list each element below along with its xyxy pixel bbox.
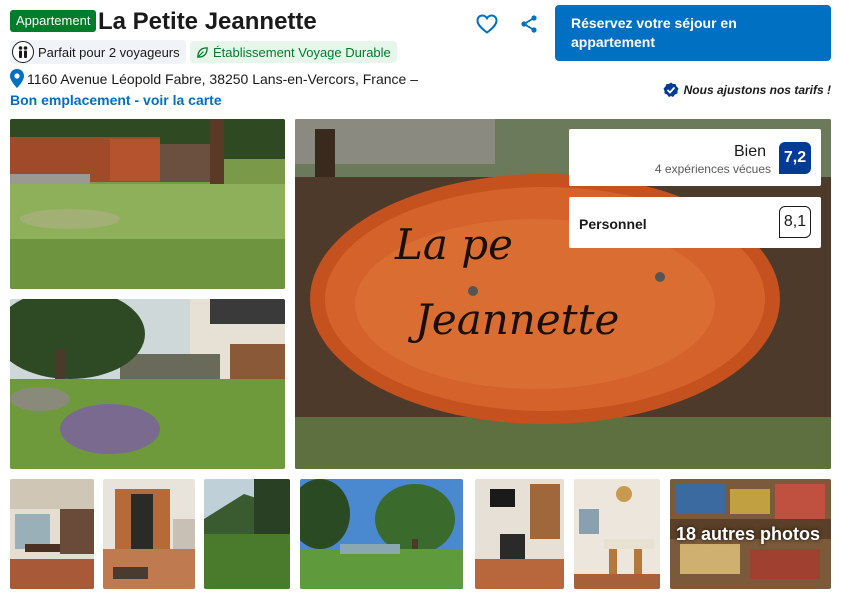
price-note-text: Nous ajustons nos tarifs ! bbox=[683, 83, 831, 97]
location-pin-icon bbox=[10, 69, 24, 88]
photo-garden-house[interactable] bbox=[10, 299, 285, 469]
staff-score-card[interactable]: Personnel 8,1 bbox=[569, 197, 821, 248]
sustainable-tag[interactable]: Établissement Voyage Durable bbox=[190, 41, 397, 63]
score-word: Bien bbox=[733, 143, 766, 160]
property-title: La Petite Jeannette bbox=[98, 8, 317, 35]
heart-icon[interactable] bbox=[475, 12, 499, 36]
thumbnail-dining-room[interactable] bbox=[10, 479, 94, 589]
travellers-tag: Parfait pour 2 voyageurs bbox=[10, 40, 186, 64]
share-icon[interactable] bbox=[519, 14, 539, 34]
travellers-label: Parfait pour 2 voyageurs bbox=[38, 44, 180, 60]
map-link[interactable]: Bon emplacement - voir la carte bbox=[10, 92, 222, 108]
staff-label: Personnel bbox=[579, 216, 647, 232]
leaf-icon bbox=[197, 46, 208, 58]
address-row: 1160 Avenue Léopold Fabre, 38250 Lans-en… bbox=[10, 69, 418, 88]
address-text: 1160 Avenue Léopold Fabre, 38250 Lans-en… bbox=[27, 70, 418, 87]
sign-text-line1: La pe bbox=[394, 220, 513, 269]
reserve-button[interactable]: Réservez votre séjour en appartement bbox=[555, 5, 831, 61]
score-experiences: 4 expériences vécues bbox=[654, 162, 771, 176]
staff-score-badge: 8,1 bbox=[779, 206, 811, 238]
people-icon bbox=[12, 41, 34, 63]
property-type-badge: Appartement bbox=[10, 10, 97, 32]
thumbnail-lawn-tree[interactable] bbox=[300, 479, 463, 589]
sign-text-line2: Jeannette bbox=[407, 295, 619, 344]
photo-garden-fence[interactable] bbox=[10, 119, 285, 289]
verified-shield-icon bbox=[663, 82, 679, 97]
thumbnail-entrance[interactable] bbox=[103, 479, 195, 589]
sustainable-label: Établissement Voyage Durable bbox=[213, 44, 391, 60]
review-score-card[interactable]: Bien 4 expériences vécues 7,2 bbox=[569, 129, 821, 186]
more-photos-label[interactable]: 18 autres photos bbox=[676, 524, 820, 545]
thumbnail-living-room[interactable] bbox=[475, 479, 564, 589]
thumbnail-mountain-view[interactable] bbox=[204, 479, 290, 589]
score-badge: 7,2 bbox=[779, 142, 811, 174]
thumbnail-kitchen-table[interactable] bbox=[574, 479, 660, 589]
price-note: Nous ajustons nos tarifs ! bbox=[663, 82, 831, 98]
